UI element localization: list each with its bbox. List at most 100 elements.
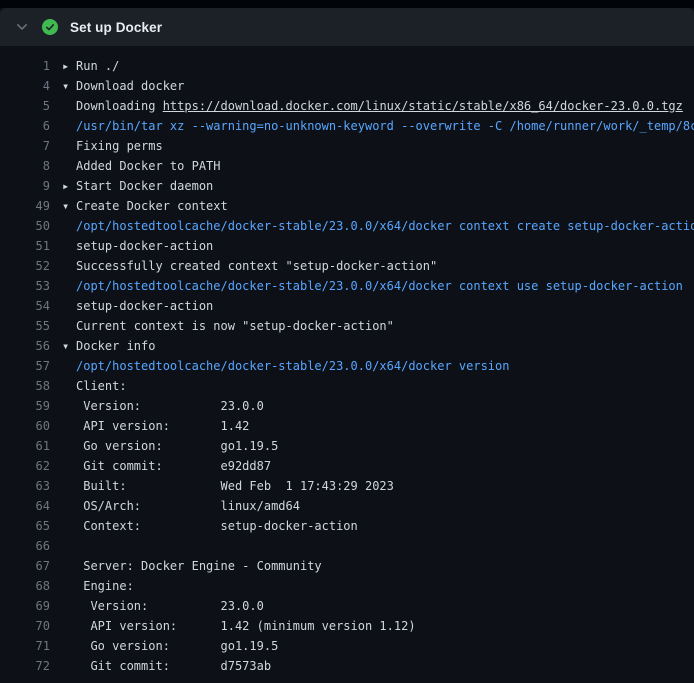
line-number[interactable]: 65	[0, 516, 50, 536]
line-text-span: /usr/bin/tar xz --warning=no-unknown-key…	[76, 119, 694, 133]
line-text-span: Fixing perms	[76, 139, 163, 153]
line-number[interactable]: 60	[0, 416, 50, 436]
line-number[interactable]: 55	[0, 316, 50, 336]
line-text-span: setup-docker-action	[76, 239, 213, 253]
line-text-span: Current context is now "setup-docker-act…	[76, 319, 394, 333]
line-number[interactable]: 53	[0, 276, 50, 296]
step-title: Set up Docker	[70, 20, 162, 35]
line-text-span: setup-docker-action	[76, 299, 213, 313]
line-text-span: Run ./	[76, 59, 119, 73]
line-text-span: Built: Wed Feb 1 17:43:29 2023	[76, 479, 394, 493]
line-number[interactable]: 70	[0, 616, 50, 636]
log-line: 65 Context: setup-docker-action	[0, 516, 694, 536]
line-text-span: Server: Docker Engine - Community	[76, 559, 322, 573]
line-number[interactable]: 62	[0, 456, 50, 476]
line-text: /opt/hostedtoolcache/docker-stable/23.0.…	[62, 276, 683, 296]
line-number[interactable]: 57	[0, 356, 50, 376]
log-group-row[interactable]: 4 ▾Download docker	[0, 76, 694, 96]
line-number[interactable]: 8	[0, 156, 50, 176]
line-text-span: API version: 1.42 (minimum version 1.12)	[76, 619, 416, 633]
line-number[interactable]: 52	[0, 256, 50, 276]
line-text-span: Docker info	[76, 339, 155, 353]
log-link[interactable]: https://download.docker.com/linux/static…	[163, 99, 683, 113]
line-text: ▸Start Docker daemon	[62, 176, 213, 196]
line-text: Successfully created context "setup-dock…	[62, 256, 437, 276]
line-number[interactable]: 49	[0, 196, 50, 216]
line-number[interactable]: 4	[0, 76, 50, 96]
line-text: ▸Run ./	[62, 56, 119, 76]
line-number[interactable]: 1	[0, 56, 50, 76]
line-number[interactable]: 59	[0, 396, 50, 416]
line-number[interactable]: 56	[0, 336, 50, 356]
log-line: 54 setup-docker-action	[0, 296, 694, 316]
log-group-row[interactable]: 49 ▾Create Docker context	[0, 196, 694, 216]
log-line: 58 Client:	[0, 376, 694, 396]
step-header[interactable]: Set up Docker	[0, 8, 694, 46]
line-number[interactable]: 68	[0, 576, 50, 596]
line-number[interactable]: 54	[0, 296, 50, 316]
line-number[interactable]: 51	[0, 236, 50, 256]
log-line: 55 Current context is now "setup-docker-a…	[0, 316, 694, 336]
line-number[interactable]: 5	[0, 96, 50, 116]
triangle-expanded-icon: ▾	[62, 336, 76, 356]
line-text	[62, 536, 76, 556]
line-number[interactable]: 7	[0, 136, 50, 156]
line-text-span: Git commit: d7573ab	[76, 659, 271, 673]
chevron-down-icon[interactable]	[14, 19, 30, 35]
line-text: Git commit: e92dd87	[62, 456, 271, 476]
line-number[interactable]: 6	[0, 116, 50, 136]
log-line: 72 Git commit: d7573ab	[0, 656, 694, 676]
line-text: OS/Arch: linux/amd64	[62, 496, 300, 516]
line-text-span: Download docker	[76, 79, 184, 93]
log-line: 57/opt/hostedtoolcache/docker-stable/23.…	[0, 356, 694, 376]
line-number[interactable]: 72	[0, 656, 50, 676]
line-text-span: Version: 23.0.0	[76, 599, 264, 613]
line-text: Added Docker to PATH	[62, 156, 221, 176]
log-line: 60 API version: 1.42	[0, 416, 694, 436]
line-text: /opt/hostedtoolcache/docker-stable/23.0.…	[62, 356, 509, 376]
line-text-span: Go version: go1.19.5	[76, 439, 278, 453]
line-number[interactable]: 71	[0, 636, 50, 656]
line-text: API version: 1.42 (minimum version 1.12)	[62, 616, 416, 636]
line-text: Version: 23.0.0	[62, 396, 264, 416]
line-number[interactable]: 69	[0, 596, 50, 616]
line-text: ▾Create Docker context	[62, 196, 228, 216]
line-text: Engine:	[62, 576, 134, 596]
line-number[interactable]: 58	[0, 376, 50, 396]
log-line: 59 Version: 23.0.0	[0, 396, 694, 416]
line-number[interactable]: 64	[0, 496, 50, 516]
line-text: Go version: go1.19.5	[62, 436, 278, 456]
line-text-span: Engine:	[76, 579, 134, 593]
line-text-span: Context: setup-docker-action	[76, 519, 358, 533]
log-group-row[interactable]: 56 ▾Docker info	[0, 336, 694, 356]
log-line: 63 Built: Wed Feb 1 17:43:29 2023	[0, 476, 694, 496]
line-text-span: Client:	[76, 379, 127, 393]
line-number[interactable]: 67	[0, 556, 50, 576]
triangle-expanded-icon: ▾	[62, 196, 76, 216]
triangle-collapsed-icon: ▸	[62, 176, 76, 196]
line-text: setup-docker-action	[62, 296, 213, 316]
log-line: 62 Git commit: e92dd87	[0, 456, 694, 476]
line-text: Context: setup-docker-action	[62, 516, 358, 536]
log-group-row[interactable]: 1 ▸Run ./	[0, 56, 694, 76]
log-line: 52 Successfully created context "setup-do…	[0, 256, 694, 276]
log-group-row[interactable]: 9 ▸Start Docker daemon	[0, 176, 694, 196]
line-text: Fixing perms	[62, 136, 163, 156]
line-number[interactable]: 66	[0, 536, 50, 556]
line-number[interactable]: 61	[0, 436, 50, 456]
line-number[interactable]: 63	[0, 476, 50, 496]
line-number[interactable]: 50	[0, 216, 50, 236]
line-number[interactable]: 9	[0, 176, 50, 196]
line-text-span: /opt/hostedtoolcache/docker-stable/23.0.…	[76, 359, 509, 373]
log-line: 67 Server: Docker Engine - Community	[0, 556, 694, 576]
line-text: Downloading https://download.docker.com/…	[62, 96, 683, 116]
log-line: 6/usr/bin/tar xz --warning=no-unknown-ke…	[0, 116, 694, 136]
line-text-span: /opt/hostedtoolcache/docker-stable/23.0.…	[76, 219, 694, 233]
line-text: ▾Download docker	[62, 76, 184, 96]
line-text-span: OS/Arch: linux/amd64	[76, 499, 300, 513]
log-line: 68 Engine:	[0, 576, 694, 596]
line-text-span: Create Docker context	[76, 199, 228, 213]
line-text: Client:	[62, 376, 127, 396]
log-line: 8 Added Docker to PATH	[0, 156, 694, 176]
line-text: Built: Wed Feb 1 17:43:29 2023	[62, 476, 394, 496]
